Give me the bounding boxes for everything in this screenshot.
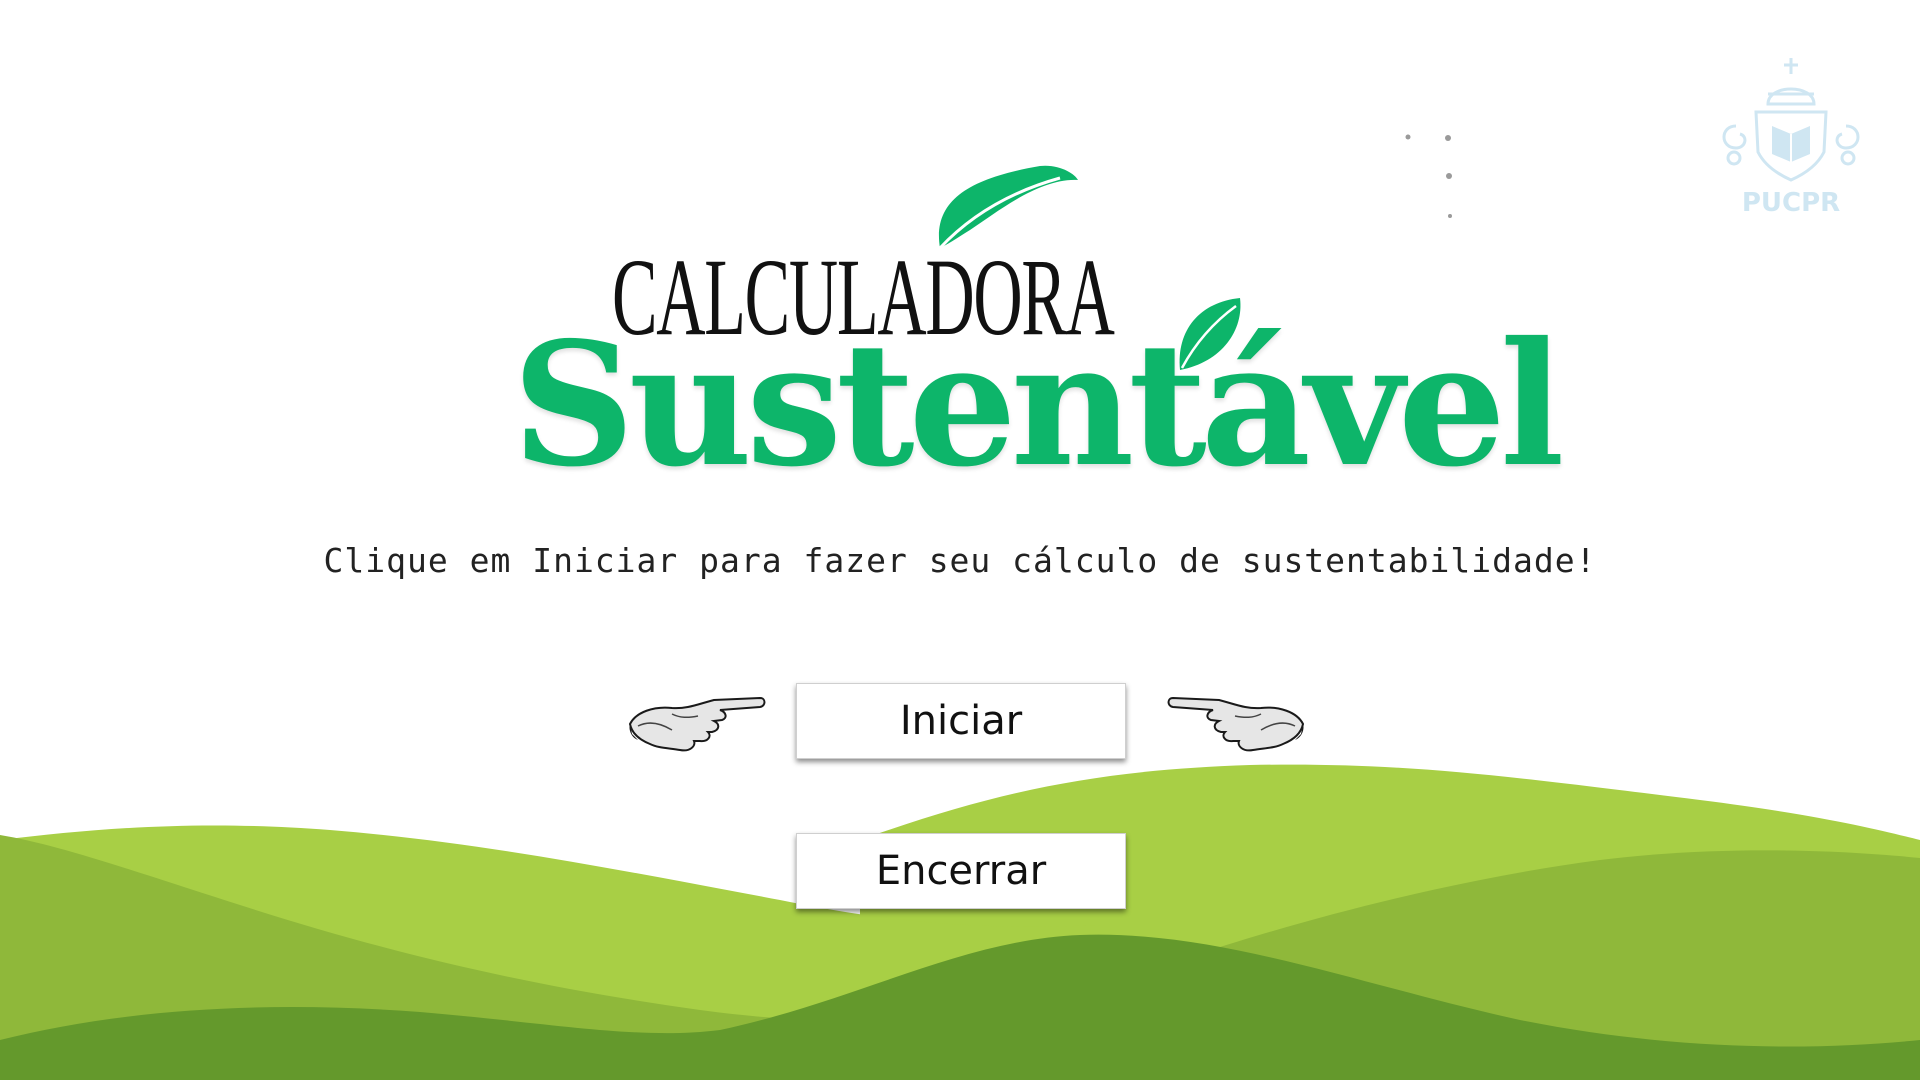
pucpr-emblem: PUCPR xyxy=(1716,56,1866,226)
pointing-hand-left-icon xyxy=(1167,696,1305,752)
start-button[interactable]: Iniciar xyxy=(796,683,1126,759)
end-button[interactable]: Encerrar xyxy=(796,833,1126,909)
pointing-hand-right-icon xyxy=(628,696,766,752)
start-screen: CALCULADORA Sustentável PUCPR Clique em … xyxy=(0,0,1920,1080)
decorative-dots xyxy=(1405,134,1452,218)
instruction-text: Clique em Iniciar para fazer seu cálculo… xyxy=(323,541,1597,580)
app-logo: CALCULADORA Sustentável xyxy=(500,165,1565,490)
green-hills-background xyxy=(0,764,1920,1080)
logo-sustentavel-text: Sustentável xyxy=(512,305,1565,505)
pucpr-label: PUCPR xyxy=(1741,188,1841,218)
pucpr-crest-icon xyxy=(1722,58,1860,182)
